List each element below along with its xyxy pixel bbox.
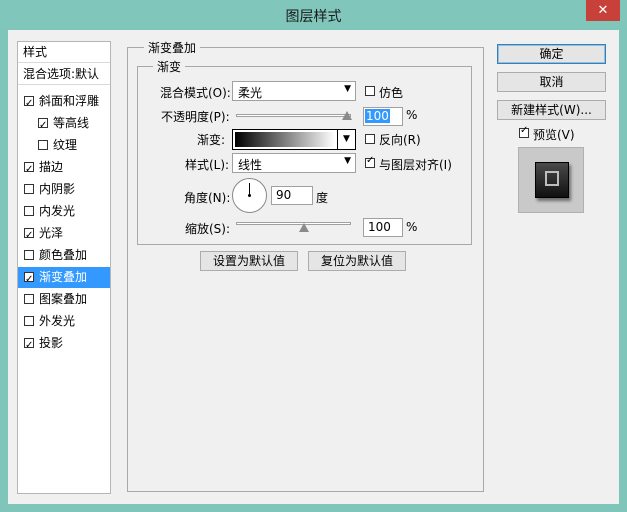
style-item-label: 渐变叠加 bbox=[39, 270, 88, 284]
style-item-checkbox[interactable] bbox=[24, 184, 34, 194]
style-item-checkbox[interactable] bbox=[24, 159, 34, 180]
style-item-label: 颜色叠加 bbox=[39, 248, 88, 262]
window-title: 图层样式 bbox=[285, 9, 342, 25]
close-icon: ✕ bbox=[597, 3, 609, 18]
opacity-input[interactable]: 100 bbox=[363, 107, 403, 126]
style-item-checkbox[interactable] bbox=[24, 269, 34, 290]
chevron-down-icon: ▼ bbox=[344, 84, 351, 94]
cancel-button[interactable]: 取消 bbox=[497, 72, 606, 92]
style-item[interactable]: 纹理 bbox=[18, 135, 110, 156]
scale-slider-thumb[interactable] bbox=[299, 223, 309, 232]
style-item-label: 纹理 bbox=[53, 138, 78, 152]
style-item-checkbox[interactable] bbox=[24, 225, 34, 246]
style-item[interactable]: 内发光 bbox=[18, 201, 110, 222]
style-item-label: 等高线 bbox=[53, 116, 90, 130]
style-preview-thumbnail bbox=[518, 147, 584, 213]
style-item-checkbox[interactable] bbox=[24, 316, 34, 326]
gradient-overlay-title: 渐变叠加 bbox=[144, 39, 201, 56]
gradient-swatch[interactable] bbox=[235, 132, 335, 147]
preview-label: 预览(V) bbox=[533, 128, 575, 142]
style-item[interactable]: 内阴影 bbox=[18, 179, 110, 200]
gradient-dropdown-arrow[interactable]: ▼ bbox=[337, 130, 355, 149]
blend-options-item[interactable]: 混合选项:默认 bbox=[18, 64, 110, 85]
opacity-slider-thumb[interactable] bbox=[342, 111, 352, 120]
styles-header[interactable]: 样式 bbox=[18, 42, 110, 63]
blend-mode-value: 柔光 bbox=[238, 86, 263, 100]
style-item-label: 图案叠加 bbox=[39, 292, 88, 306]
ok-button[interactable]: 确定 bbox=[497, 44, 606, 64]
opacity-label: 不透明度(P): bbox=[161, 110, 230, 124]
style-item[interactable]: 图案叠加 bbox=[18, 289, 110, 310]
style-item-checkbox[interactable] bbox=[24, 206, 34, 216]
style-item[interactable]: 等高线 bbox=[18, 113, 110, 136]
blend-mode-label: 混合模式(O): bbox=[160, 86, 231, 100]
reset-default-button[interactable]: 复位为默认值 bbox=[308, 251, 406, 271]
style-item-checkbox[interactable] bbox=[24, 294, 34, 304]
style-label: 样式(L): bbox=[185, 158, 230, 172]
gradient-picker[interactable]: ▼ bbox=[232, 129, 356, 150]
dither-checkbox[interactable] bbox=[365, 86, 375, 96]
angle-dial[interactable] bbox=[232, 178, 267, 213]
style-item-checkbox[interactable] bbox=[24, 250, 34, 260]
style-item[interactable]: 颜色叠加 bbox=[18, 245, 110, 266]
scale-label: 缩放(S): bbox=[185, 222, 231, 236]
reverse-checkbox[interactable] bbox=[365, 134, 375, 144]
scale-slider-track[interactable] bbox=[236, 222, 351, 225]
style-item[interactable]: 光泽 bbox=[18, 223, 110, 246]
style-value: 线性 bbox=[238, 158, 263, 172]
chevron-down-icon: ▼ bbox=[343, 134, 350, 144]
align-with-layer-label: 与图层对齐(I) bbox=[379, 158, 452, 172]
blend-mode-select[interactable]: 柔光 ▼ bbox=[232, 81, 356, 101]
gradient-subgroup-title: 渐变 bbox=[153, 58, 186, 75]
style-item[interactable]: 外发光 bbox=[18, 311, 110, 332]
scale-unit: % bbox=[406, 220, 418, 234]
angle-label: 角度(N): bbox=[184, 191, 231, 205]
opacity-slider-track[interactable] bbox=[236, 114, 351, 117]
close-button[interactable]: ✕ bbox=[586, 0, 620, 21]
chevron-down-icon: ▼ bbox=[344, 156, 351, 166]
preview-checkbox[interactable] bbox=[519, 125, 529, 138]
style-item-label: 光泽 bbox=[39, 226, 64, 240]
preview-swatch bbox=[535, 162, 569, 198]
reverse-label: 反向(R) bbox=[379, 133, 421, 147]
style-item[interactable]: 斜面和浮雕 bbox=[18, 91, 110, 114]
style-item[interactable]: 渐变叠加 bbox=[18, 267, 110, 290]
style-item-label: 斜面和浮雕 bbox=[39, 94, 100, 108]
align-with-layer-checkbox[interactable] bbox=[365, 155, 375, 168]
style-item-checkbox[interactable] bbox=[24, 335, 34, 356]
styles-list: 样式 混合选项:默认 斜面和浮雕等高线纹理描边内阴影内发光光泽颜色叠加渐变叠加图… bbox=[17, 41, 111, 494]
style-item-checkbox[interactable] bbox=[38, 140, 48, 150]
new-style-button[interactable]: 新建样式(W)... bbox=[497, 100, 606, 120]
gradient-label: 渐变: bbox=[197, 133, 226, 147]
style-item-label: 描边 bbox=[39, 160, 64, 174]
style-item[interactable]: 投影 bbox=[18, 333, 110, 356]
opacity-unit: % bbox=[406, 108, 418, 122]
style-item[interactable]: 描边 bbox=[18, 157, 110, 180]
dither-label: 仿色 bbox=[379, 86, 404, 100]
preview-bevel-mark bbox=[545, 171, 559, 186]
style-item-checkbox[interactable] bbox=[38, 115, 48, 136]
angle-dial-center bbox=[248, 194, 251, 197]
scale-input[interactable]: 100 bbox=[363, 218, 403, 237]
opacity-value: 100 bbox=[365, 109, 390, 123]
style-item-label: 内阴影 bbox=[39, 182, 76, 196]
style-select[interactable]: 线性 ▼ bbox=[232, 153, 356, 173]
angle-input[interactable]: 90 bbox=[271, 186, 313, 205]
style-item-label: 内发光 bbox=[39, 204, 76, 218]
angle-unit: 度 bbox=[316, 191, 329, 205]
style-item-checkbox[interactable] bbox=[24, 93, 34, 114]
make-default-button[interactable]: 设置为默认值 bbox=[200, 251, 298, 271]
style-item-label: 投影 bbox=[39, 336, 64, 350]
style-item-label: 外发光 bbox=[39, 314, 76, 328]
